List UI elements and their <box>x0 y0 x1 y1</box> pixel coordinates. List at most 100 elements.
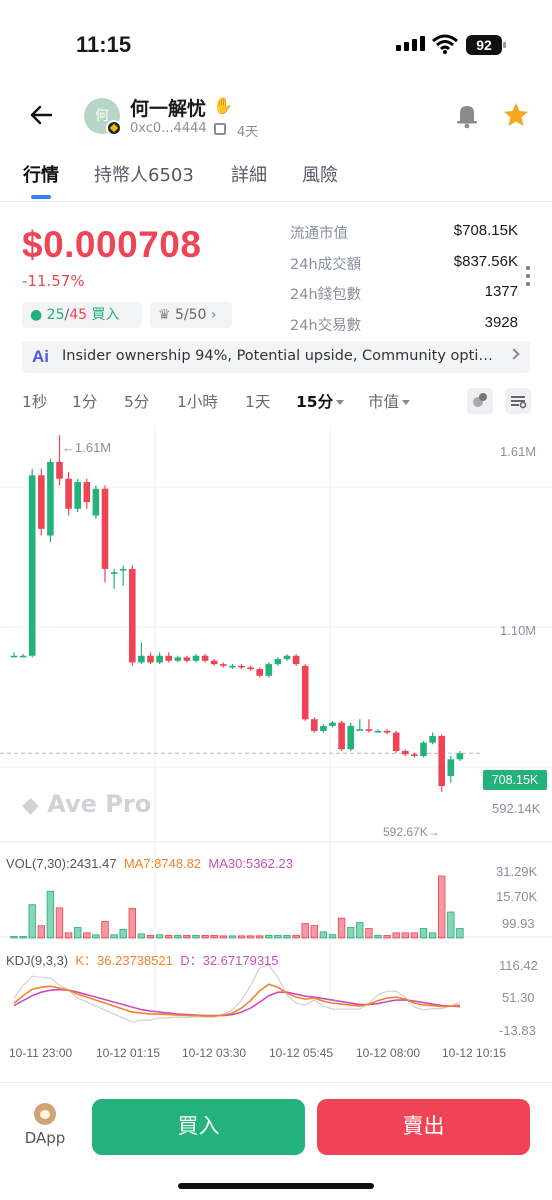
candle-body <box>311 719 318 731</box>
interval-1m[interactable]: 1分 <box>72 390 97 412</box>
kdj-axis-label: 116.42 <box>499 958 538 973</box>
volume-bar <box>210 935 218 939</box>
volume-bar <box>265 935 273 939</box>
volume-legend: VOL(7,30):2431.47 MA7:8748.82 MA30:5362.… <box>6 856 293 871</box>
volume-bar <box>119 928 127 939</box>
low-marker: 592.67K→ <box>383 825 440 839</box>
candle-body <box>438 735 445 787</box>
candle-body <box>229 665 236 668</box>
volume-bar <box>255 935 264 939</box>
token-age: 4天 <box>237 125 259 140</box>
buy-ratio-label: 買入 <box>91 307 120 323</box>
stat-row: 流通市值 $708.15K <box>290 222 520 253</box>
buy-button[interactable]: 買入 <box>92 1099 305 1155</box>
candle-body <box>265 664 273 676</box>
interval-15m[interactable]: 15分 <box>296 390 345 412</box>
indicator-toggle-icon[interactable] <box>467 388 493 414</box>
stat-label: 24h錢包數 <box>290 287 362 303</box>
tab-risk[interactable]: 風險 <box>302 161 338 187</box>
high-marker: ←1.61M <box>62 440 112 455</box>
more-options-icon[interactable] <box>524 266 532 290</box>
interval-1d[interactable]: 1天 <box>245 390 270 412</box>
axis-label: 1.61M <box>500 444 537 459</box>
candle-body <box>119 568 127 571</box>
tab-holders[interactable]: 持幣人6503 <box>94 161 194 187</box>
bell-icon[interactable] <box>452 100 482 130</box>
axis-label: 592.14K <box>492 801 541 816</box>
volume-bar <box>428 932 437 939</box>
volume-bar <box>219 935 227 939</box>
watermark: ◆ Ave Pro <box>22 790 151 818</box>
tab-market[interactable]: 行情 <box>23 161 59 187</box>
ai-logo-icon: Ai <box>32 347 49 366</box>
volume-bar <box>356 922 364 939</box>
token-name: 何一解忧 <box>130 98 207 120</box>
volume-bar <box>55 907 64 939</box>
tab-bar: 行情 持幣人6503 詳細 風險 <box>0 155 552 201</box>
chevron-right-icon <box>508 348 520 360</box>
candle-body <box>174 657 182 661</box>
interval-1s[interactable]: 1秒 <box>22 390 47 412</box>
candle-body <box>392 732 400 751</box>
volume-bar <box>164 935 173 939</box>
candle-body <box>165 655 172 661</box>
buy-ratio-badge[interactable]: ● 25/45 買入 <box>22 302 142 328</box>
vol-label: VOL(7,30):2431.47 <box>6 856 117 871</box>
volume-bar <box>155 934 164 939</box>
rank-badge[interactable]: ♛ 5/50 › <box>150 302 232 328</box>
ai-insight-banner[interactable]: Ai Insider ownership 94%, Potential upsi… <box>22 341 530 373</box>
candle-body <box>92 488 100 516</box>
bottom-action-bar: DApp 買入 賣出 <box>0 1082 552 1200</box>
candle-body <box>347 725 354 750</box>
market-cap-toggle[interactable]: 市值 <box>368 390 411 412</box>
back-arrow-icon[interactable] <box>26 100 56 130</box>
candle-body <box>192 655 200 661</box>
stat-row: 24h錢包數 1377 <box>290 283 520 314</box>
volume-bar <box>319 931 328 939</box>
volume-bar <box>437 875 446 939</box>
interval-1h[interactable]: 1小時 <box>177 390 218 412</box>
chart-settings-icon[interactable] <box>505 388 531 414</box>
volume-bar <box>92 934 100 939</box>
stat-label: 24h交易數 <box>290 317 362 334</box>
interval-5m[interactable]: 5分 <box>124 390 149 412</box>
copy-icon[interactable] <box>214 123 226 135</box>
volume-bar <box>292 935 300 939</box>
divider <box>0 201 552 202</box>
time-label: 10-12 10:15 <box>442 1046 507 1060</box>
battery-icon: 92 <box>466 35 506 55</box>
buy-ratio-green: 25 <box>46 307 65 323</box>
kdj-axis-label: -13.83 <box>499 1023 536 1038</box>
candle-body <box>447 759 455 777</box>
candle-body <box>110 572 118 574</box>
avatar[interactable]: 何 <box>84 98 122 136</box>
rank-value: 5/50 <box>175 307 207 323</box>
wifi-icon <box>432 34 458 54</box>
hand-emoji-icon: ✋ <box>213 96 233 115</box>
tab-details[interactable]: 詳細 <box>231 161 267 187</box>
volume-bar <box>392 932 400 939</box>
vol-axis-label: 15.70K <box>496 889 538 904</box>
buy-ratio-red: 45 <box>69 307 88 323</box>
volume-bar <box>183 935 191 939</box>
token-address[interactable]: 0xc0...4444 <box>130 121 207 136</box>
status-bar: 11:15 92 <box>0 0 552 90</box>
candle-body <box>74 482 81 509</box>
star-icon[interactable] <box>502 101 530 129</box>
candle-body <box>338 722 345 750</box>
time-label: 10-12 03:30 <box>182 1046 247 1060</box>
volume-bar <box>328 934 337 939</box>
vol-ma7: MA7:8748.82 <box>123 856 202 871</box>
candle-body <box>402 750 409 755</box>
candle-body <box>156 655 163 663</box>
pancake-bunny-icon <box>34 1103 56 1125</box>
candle-body <box>383 730 391 733</box>
volume-bar <box>174 935 182 939</box>
money-bag-icon: ● <box>30 307 43 323</box>
candle-body <box>83 482 91 503</box>
dapp-button[interactable]: DApp <box>20 1103 70 1147</box>
avatar-char: 何 <box>95 108 109 124</box>
stat-row: 24h交易數 3928 <box>290 314 520 345</box>
status-time: 11:15 <box>76 32 132 57</box>
sell-button[interactable]: 賣出 <box>317 1099 530 1155</box>
